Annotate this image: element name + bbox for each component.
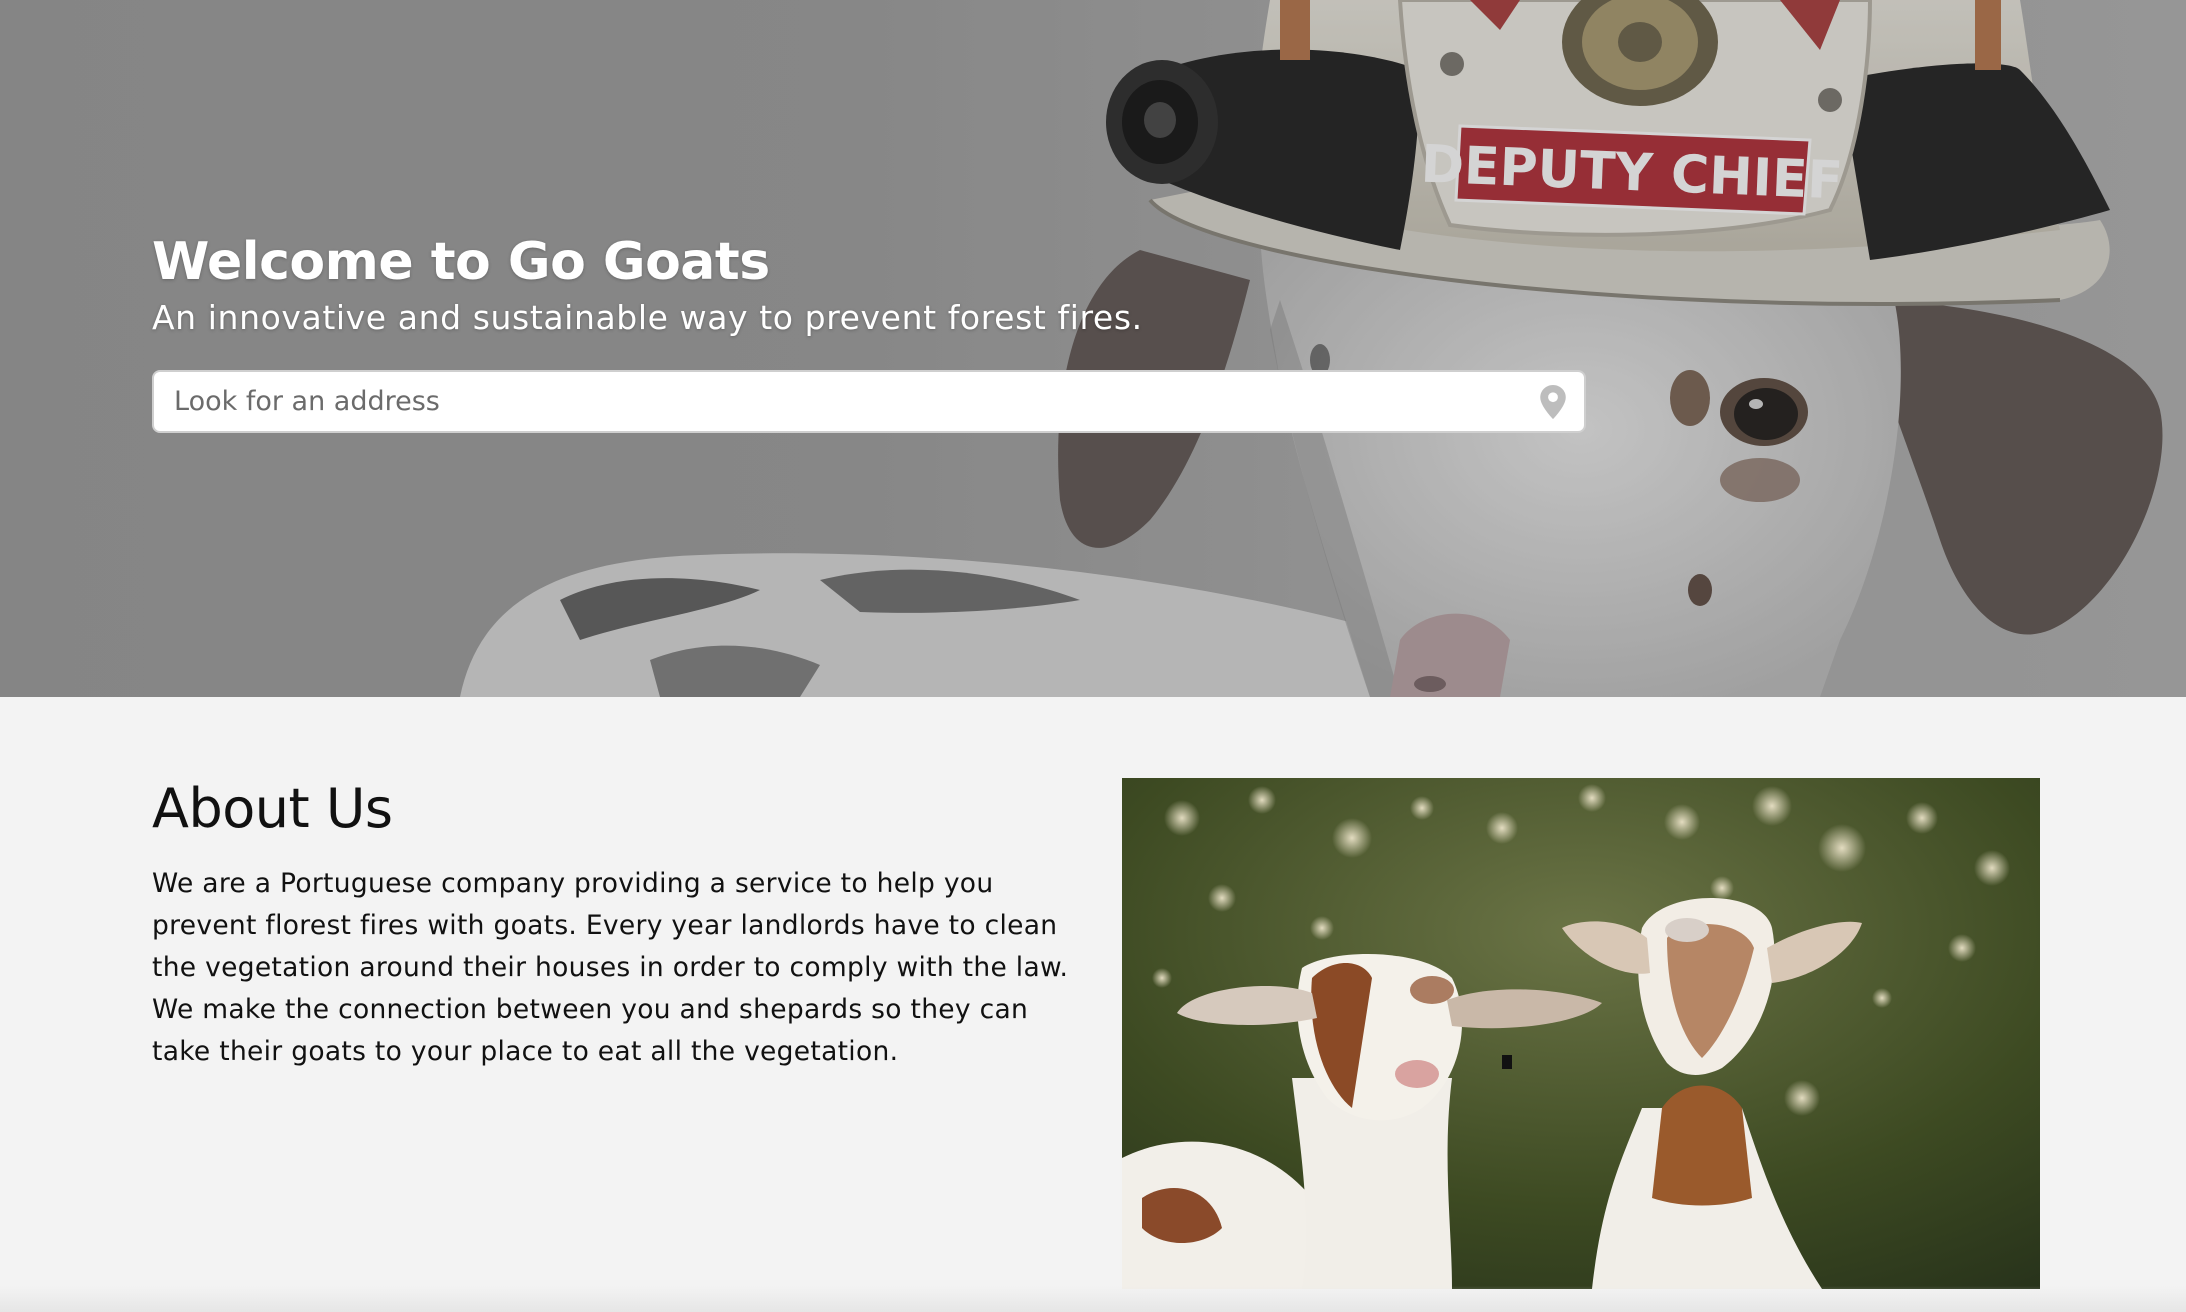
about-section: About Us We are a Portuguese company pro…: [0, 697, 2186, 1312]
hero-banner: DEPUTY CHIEF Welcome to Go Goats An inno…: [0, 0, 2186, 697]
bottom-fade: [0, 1286, 2186, 1312]
address-search-input[interactable]: [154, 372, 1524, 431]
about-goats-image: [1122, 778, 2040, 1289]
about-description: We are a Portuguese company providing a …: [152, 868, 1069, 1067]
about-text-block: About Us We are a Portuguese company pro…: [152, 777, 1092, 1073]
two-goats-illustration: [1122, 778, 2040, 1289]
map-pin-icon[interactable]: [1540, 385, 1566, 419]
about-title: About Us: [152, 777, 393, 840]
hero-title: Welcome to Go Goats: [152, 232, 770, 292]
address-search-box[interactable]: [152, 370, 1586, 433]
hero-subtitle: An innovative and sustainable way to pre…: [152, 298, 1143, 337]
hero-content: Welcome to Go Goats An innovative and su…: [152, 230, 1592, 433]
